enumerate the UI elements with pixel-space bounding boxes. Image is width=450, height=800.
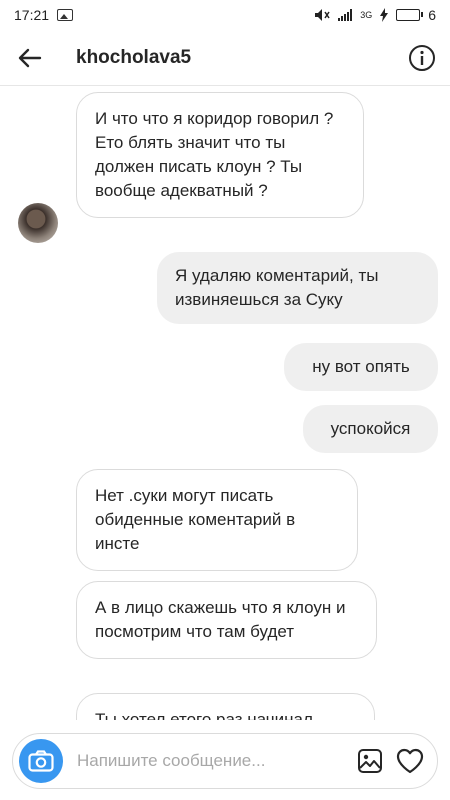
heart-icon [396,748,424,774]
image-notification-icon [57,9,74,21]
message-text: А в лицо скажешь что я клоун и посмотрим… [95,598,346,641]
info-icon [409,44,435,71]
battery-level: 6 [428,7,436,23]
status-bar: 17:21 3G 6 [0,0,450,30]
message-bubble-incoming[interactable]: Ты хотел етого раз начинал [76,693,375,720]
gallery-button[interactable] [353,744,387,778]
message-input[interactable]: Напишите сообщение... [77,751,347,771]
signal-icon [338,9,353,21]
like-button[interactable] [393,744,427,778]
network-type: 3G [360,10,373,20]
chat-header: khocholava5 [0,30,450,86]
status-time: 17:21 [14,7,50,23]
message-bubble-outgoing[interactable]: Я удаляю коментарий, ты извиняешься за С… [157,252,438,324]
message-bubble-incoming[interactable]: И что что я коридор говорил ? Ето блять … [76,92,364,218]
camera-button[interactable] [19,739,63,783]
status-left: 17:21 [14,7,74,23]
chat-username[interactable]: khocholava5 [76,47,191,69]
message-thread[interactable]: И что что я коридор говорил ? Ето блять … [0,87,450,720]
message-text: Ты хотел етого раз начинал [95,710,313,720]
message-bubble-outgoing[interactable]: успокойся [303,405,438,453]
message-text: ну вот опять [312,357,410,376]
message-bubble-incoming[interactable]: А в лицо скажешь что я клоун и посмотрим… [76,581,377,659]
back-button[interactable] [14,42,46,74]
message-composer: Напишите сообщение... [12,733,438,789]
battery-icon [396,9,424,21]
arrow-left-icon [18,48,42,67]
gallery-icon [358,749,382,773]
message-text: успокойся [330,419,411,438]
camera-icon [28,750,54,772]
avatar[interactable] [18,203,58,243]
status-right: 3G 6 [314,7,436,23]
message-bubble-incoming[interactable]: Нет .суки могут писать обиденные комента… [76,469,358,571]
message-text: Нет .суки могут писать обиденные комента… [95,486,296,553]
message-bubble-outgoing[interactable]: ну вот опять [284,343,438,391]
message-text: Я удаляю коментарий, ты извиняешься за С… [175,266,379,309]
message-text: И что что я коридор говорил ? Ето блять … [95,109,334,200]
charging-icon [380,8,389,22]
mute-icon [315,9,330,21]
info-button[interactable] [408,44,436,72]
